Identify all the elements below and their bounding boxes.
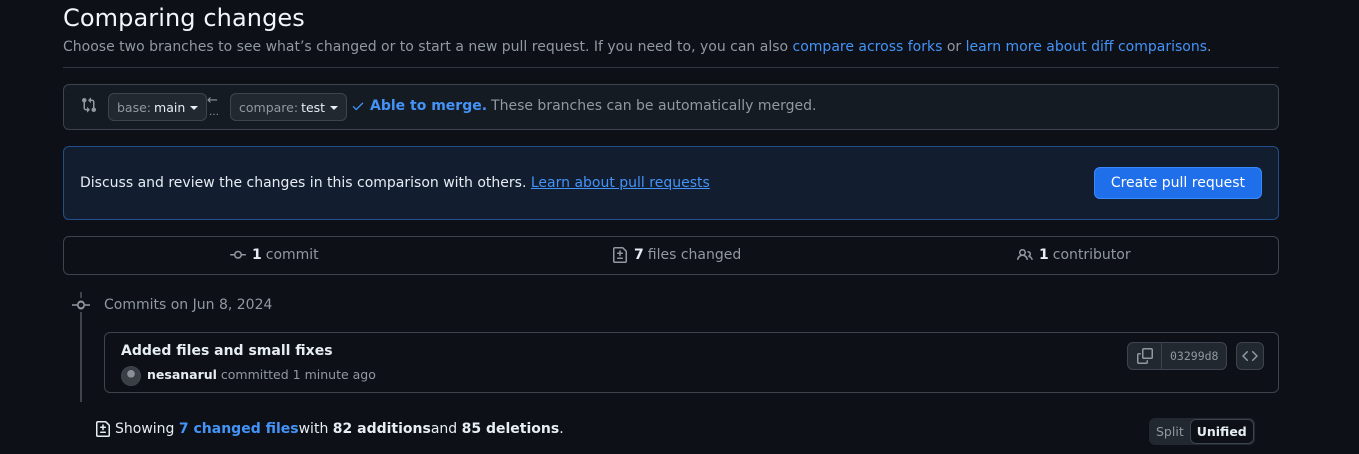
additions-count: 82 additions (332, 421, 431, 437)
files-count: 7 (634, 247, 644, 263)
numbers-summary: 1 commit 7 files changed 1 contributor (63, 236, 1279, 275)
file-diff-icon (96, 421, 110, 437)
file-diff-icon (613, 247, 627, 263)
deletions-count: 85 deletions (461, 421, 560, 437)
compare-label: compare: (239, 99, 299, 115)
create-pr-banner: Discuss and review the changes in this c… (63, 146, 1279, 220)
commits-count: 1 (252, 247, 262, 263)
merge-status: Able to merge. These branches can be aut… (351, 98, 817, 114)
base-label: base: (117, 99, 152, 115)
files-summary[interactable]: 7 files changed (612, 247, 741, 263)
contributors-count: 1 (1039, 247, 1049, 263)
commit-author-link[interactable]: nesanarul (147, 367, 217, 382)
learn-diff-comparisons-link[interactable]: learn more about diff comparisons (966, 39, 1207, 55)
commit-sha-button[interactable]: 03299d8 (1162, 343, 1226, 369)
subhead-suffix: . (1207, 39, 1212, 55)
range-editor: base: main ← … compare: test Able to mer… (63, 84, 1279, 130)
changed-files-link[interactable]: 7 changed files (179, 421, 299, 437)
check-icon (352, 102, 364, 111)
commits-date-heading: Commits on Jun 8, 2024 (104, 297, 273, 313)
unified-view-button[interactable]: Unified (1189, 419, 1254, 444)
header-divider (63, 67, 1279, 68)
copy-sha-button[interactable] (1128, 343, 1162, 369)
split-view-button[interactable]: Split (1150, 419, 1190, 444)
compare-branch-name: test (301, 99, 326, 115)
commit-meta: nesanarul committed 1 minute ago (147, 367, 376, 382)
caret-down-icon (330, 105, 339, 110)
ellipsis-icon: … (209, 107, 220, 118)
merge-status-text: These branches can be automatically merg… (491, 98, 817, 114)
arrow-left-icon: ← (207, 93, 218, 108)
git-commit-icon (72, 298, 90, 312)
toc-with: with (298, 421, 329, 437)
base-branch-select[interactable]: base: main (108, 93, 208, 121)
create-pull-request-button[interactable]: Create pull request (1093, 167, 1262, 199)
subhead-text: Choose two branches to see what’s change… (63, 39, 793, 55)
commits-label: commit (265, 247, 319, 263)
commit-action: committed 1 minute ago (216, 367, 376, 382)
page-subhead: Choose two branches to see what’s change… (63, 39, 1211, 55)
compare-branch-select[interactable]: compare: test (230, 93, 348, 121)
files-label: files changed (647, 247, 742, 263)
git-commit-icon (230, 250, 246, 259)
toc-and: and (430, 421, 458, 437)
commits-summary[interactable]: 1 commit (230, 247, 319, 263)
people-icon (1017, 248, 1033, 261)
base-branch-name: main (154, 99, 186, 115)
toc-suffix: . (559, 421, 564, 437)
caret-down-icon (190, 105, 199, 110)
diff-toc-summary: Showing 7 changed files with 82 addition… (95, 421, 564, 437)
browse-repo-button[interactable] (1236, 342, 1264, 370)
toc-prefix: Showing (115, 421, 175, 437)
copy-icon (1136, 348, 1153, 364)
code-icon (1242, 350, 1258, 362)
avatar[interactable] (121, 366, 141, 386)
commit-list-item: Added files and small fixes nesanarul co… (104, 332, 1279, 393)
compare-across-forks-link[interactable]: compare across forks (793, 39, 943, 55)
contributors-summary[interactable]: 1 contributor (1017, 247, 1131, 263)
contributors-label: contributor (1052, 247, 1131, 263)
commit-title-link[interactable]: Added files and small fixes (121, 343, 333, 359)
merge-ok-label: Able to merge. (370, 98, 488, 114)
subhead-or: or (942, 39, 966, 55)
learn-pull-requests-link[interactable]: Learn about pull requests (531, 175, 710, 191)
sha-button-group: 03299d8 (1127, 342, 1228, 370)
banner-text: Discuss and review the changes in this c… (80, 175, 710, 191)
page-title: Comparing changes (63, 4, 305, 32)
git-compare-icon[interactable] (81, 97, 99, 115)
banner-message: Discuss and review the changes in this c… (80, 175, 531, 191)
diff-view-toggle: Split Unified (1149, 418, 1255, 445)
